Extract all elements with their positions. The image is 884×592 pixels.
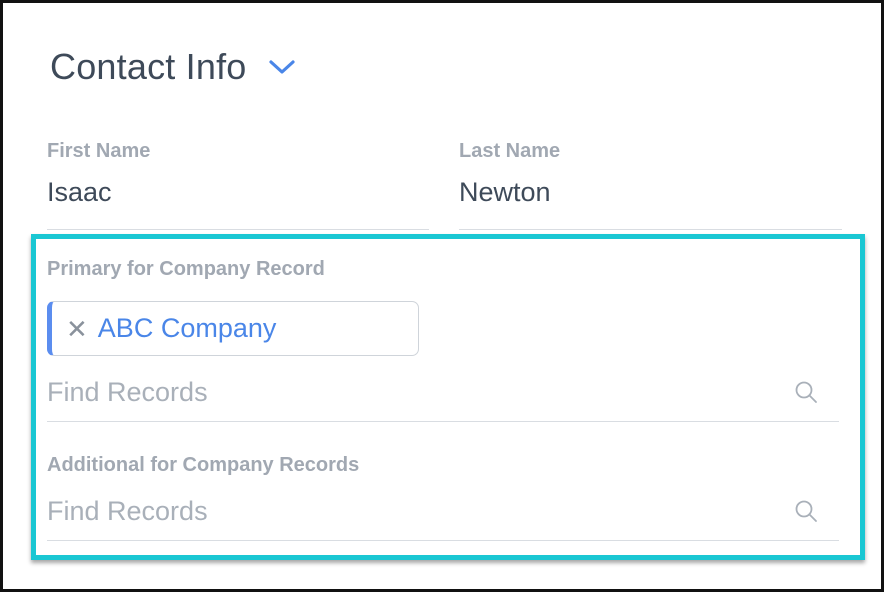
first-name-value[interactable]: Isaac xyxy=(47,177,429,208)
additional-search-underline xyxy=(47,540,839,541)
last-name-label: Last Name xyxy=(459,140,561,162)
first-name-underline xyxy=(47,229,429,230)
section-title: Contact Info xyxy=(50,46,247,87)
additional-search-input[interactable] xyxy=(47,491,787,531)
primary-search-underline xyxy=(47,421,839,422)
section-header: Contact Info xyxy=(50,41,297,93)
company-chip-label[interactable]: ABC Company xyxy=(98,313,277,344)
company-chip[interactable]: ✕ ABC Company xyxy=(47,301,419,356)
chevron-down-icon[interactable] xyxy=(267,52,297,82)
last-name-underline xyxy=(459,229,842,230)
primary-company-label: Primary for Company Record xyxy=(47,258,325,280)
primary-find-records xyxy=(47,372,839,422)
search-icon[interactable] xyxy=(793,498,819,524)
search-icon[interactable] xyxy=(793,379,819,405)
first-name-field[interactable]: First Name Isaac xyxy=(47,140,429,230)
first-name-label: First Name xyxy=(47,140,151,162)
close-icon[interactable]: ✕ xyxy=(66,316,88,342)
last-name-value[interactable]: Newton xyxy=(459,177,842,208)
additional-find-records xyxy=(47,491,839,541)
additional-company-label: Additional for Company Records xyxy=(47,454,360,476)
primary-search-input[interactable] xyxy=(47,372,787,412)
last-name-field[interactable]: Last Name Newton xyxy=(459,140,842,230)
